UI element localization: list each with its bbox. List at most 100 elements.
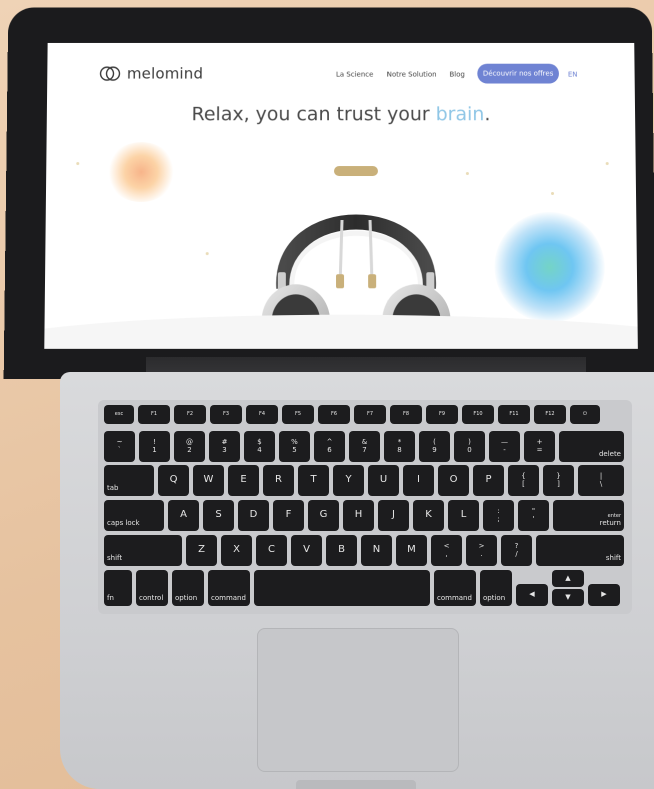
return-key[interactable]: enter return (553, 500, 624, 531)
sparkle-dot (465, 172, 469, 176)
letter-key-y[interactable]: Y (333, 465, 364, 496)
function-key-f9[interactable]: F9 (426, 405, 458, 424)
function-key-⏻[interactable]: ⏻ (570, 405, 600, 424)
nav-link-science[interactable]: La Science (336, 71, 373, 79)
number-key[interactable]: @2 (174, 431, 205, 462)
laptop-front-notch (296, 780, 416, 789)
function-key-f7[interactable]: F7 (354, 405, 386, 424)
sparkle-dot (605, 162, 609, 166)
letter-key-n[interactable]: N (361, 535, 392, 566)
tab-key[interactable]: tab (104, 465, 154, 496)
delete-key[interactable]: delete (559, 431, 624, 462)
hero-headline: Relax, you can trust your brain. (47, 103, 635, 125)
function-key-f4[interactable]: F4 (246, 405, 278, 424)
function-key-esc[interactable]: esc (104, 405, 134, 424)
nav-link-blog[interactable]: Blog (449, 71, 464, 79)
number-key[interactable]: ) 0 (454, 431, 485, 462)
left-command-key[interactable]: command (208, 570, 250, 606)
right-command-key[interactable]: command (434, 570, 476, 606)
arrow-up-key[interactable]: ▲ (552, 570, 584, 587)
nav-link-solution[interactable]: Notre Solution (387, 71, 437, 79)
headphones-image (256, 166, 457, 321)
letter-key-r[interactable]: R (263, 465, 294, 496)
control-key[interactable]: control (136, 570, 168, 606)
fn-key[interactable]: fn (104, 570, 132, 606)
letter-key-p[interactable]: P (473, 465, 504, 496)
number-key[interactable]: + = (524, 431, 555, 462)
caps-lock-key[interactable]: caps lock (104, 500, 164, 531)
function-key-f3[interactable]: F3 (210, 405, 242, 424)
letter-key-s[interactable]: S (203, 500, 234, 531)
letter-key-b[interactable]: B (326, 535, 357, 566)
letter-key-q[interactable]: Q (158, 465, 189, 496)
brain-logo-icon (100, 66, 121, 82)
number-key[interactable]: $4 (244, 431, 275, 462)
letter-key-v[interactable]: V (291, 535, 322, 566)
number-key[interactable]: ~ ` (104, 431, 135, 462)
right-option-key[interactable]: option (480, 570, 512, 606)
sparkle-dot (551, 192, 555, 195)
letter-key-c[interactable]: C (256, 535, 287, 566)
letter-key-f[interactable]: F (273, 500, 304, 531)
orange-glow (105, 142, 177, 202)
number-key[interactable]: & 7 (349, 431, 380, 462)
laptop-screen: melomind La Science Notre Solution Blog … (44, 42, 638, 349)
punctuation-key[interactable]: >. (466, 535, 497, 566)
right-shift-key[interactable]: shift (536, 535, 624, 566)
letter-key-g[interactable]: G (308, 500, 339, 531)
letter-key-x[interactable]: X (221, 535, 252, 566)
letter-key-d[interactable]: D (238, 500, 269, 531)
trackpad[interactable] (257, 628, 459, 772)
function-key-f12[interactable]: F12 (534, 405, 566, 424)
letter-key-i[interactable]: I (403, 465, 434, 496)
arrow-down-key[interactable]: ▼ (552, 589, 584, 606)
bracket-key[interactable]: {[ (508, 465, 539, 496)
headline-end: . (484, 103, 491, 126)
sparkle-dot (76, 162, 80, 166)
number-key[interactable]: — - (489, 431, 520, 462)
function-key-f1[interactable]: F1 (138, 405, 170, 424)
letter-key-t[interactable]: T (298, 465, 329, 496)
function-key-f8[interactable]: F8 (390, 405, 422, 424)
function-key-f2[interactable]: F2 (174, 405, 206, 424)
number-key[interactable]: #3 (209, 431, 240, 462)
number-key[interactable]: * 8 (384, 431, 415, 462)
letter-key-k[interactable]: K (413, 500, 444, 531)
logo-text: melomind (126, 64, 204, 83)
letter-key-h[interactable]: H (343, 500, 374, 531)
bracket-key[interactable]: }] (543, 465, 574, 496)
function-key-f5[interactable]: F5 (282, 405, 314, 424)
number-key[interactable]: ^ 6 (314, 431, 345, 462)
letter-key-z[interactable]: Z (186, 535, 217, 566)
language-switch[interactable]: EN (568, 71, 578, 79)
punctuation-key[interactable]: ? / (501, 535, 532, 566)
headline-accent: brain (435, 103, 485, 126)
letter-key-a[interactable]: A (168, 500, 199, 531)
letter-key-o[interactable]: O (438, 465, 469, 496)
space-bar[interactable] (254, 570, 430, 606)
letter-key-j[interactable]: J (378, 500, 409, 531)
left-shift-key[interactable]: shift (104, 535, 182, 566)
function-key-f6[interactable]: F6 (318, 405, 350, 424)
website-navbar: melomind La Science Notre Solution Blog … (47, 42, 635, 101)
punctuation-key[interactable]: " ' (518, 500, 549, 531)
arrow-left-key[interactable]: ◀ (516, 584, 548, 606)
number-key[interactable]: (9 (419, 431, 450, 462)
bracket-key[interactable]: | \ (578, 465, 624, 496)
melomind-logo[interactable]: melomind (99, 63, 203, 85)
letter-key-u[interactable]: U (368, 465, 399, 496)
left-option-key[interactable]: option (172, 570, 204, 606)
function-key-f11[interactable]: F11 (498, 405, 530, 424)
letter-key-m[interactable]: M (396, 535, 427, 566)
number-key[interactable]: % 5 (279, 431, 310, 462)
punctuation-key[interactable]: :; (483, 500, 514, 531)
arrow-right-key[interactable]: ▶ (588, 584, 620, 606)
letter-key-e[interactable]: E (228, 465, 259, 496)
punctuation-key[interactable]: <, (431, 535, 462, 566)
letter-key-w[interactable]: W (193, 465, 224, 496)
discover-offers-button[interactable]: Découvrir nos offres (477, 63, 560, 84)
function-key-f10[interactable]: F10 (462, 405, 494, 424)
letter-key-l[interactable]: L (448, 500, 479, 531)
return-label: return (599, 518, 621, 527)
number-key[interactable]: ! 1 (139, 431, 170, 462)
